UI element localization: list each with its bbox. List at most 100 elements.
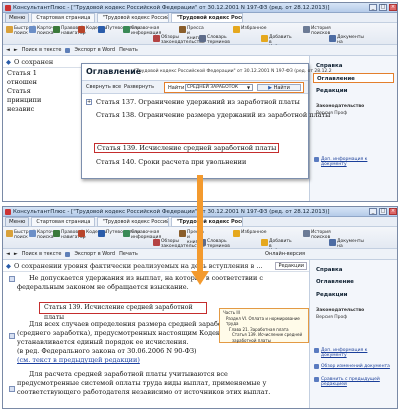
minimize-icon[interactable]: _ [369,4,377,11]
dropdown-icon[interactable]: ▼ [247,85,250,90]
prev-edition-link[interactable]: (см. текст в предыдущей редакции) [7,356,307,365]
window-title: КонсультантПлюс - ["Трудовой кодекс Росс… [13,4,330,11]
export-word-button[interactable]: Экспорт в Word [74,47,115,53]
link-label: Сравнить с предыдущей редакцией [321,377,380,387]
popover-line[interactable]: Раздел VI. Оплата и нормирование труда [223,316,305,327]
history-icon [303,26,310,33]
toolbar-label: Избранное [241,26,267,31]
maximize-icon[interactable]: □ [379,4,387,11]
search-in-doc-button[interactable]: Поиск в тексте [22,47,62,53]
save-icon[interactable] [65,251,71,257]
tab-doc-1[interactable]: "Трудовой кодекс Российской..." [97,12,170,23]
editions-button[interactable]: Редакции [275,261,307,270]
toolbar-history-button[interactable]: История поисков [303,230,331,240]
right-item-help[interactable]: Справка [313,265,394,275]
toolbar-label: Избранное [241,230,267,235]
toc-item[interactable]: Статья 140. Сроки расчета при увольнении [96,158,246,166]
toolbar-label: История поисков [311,26,331,36]
reviews-icon [153,239,160,246]
main-toolbar: Быстрый поиск Карточка поиска Правовой нав… [3,23,397,50]
search-in-doc-button[interactable]: Поиск в тексте [22,251,62,257]
export-word-button[interactable]: Экспорт в Word [74,251,115,257]
extra-info-link[interactable]: Доп. информация к документу [314,348,394,358]
collapse-icon[interactable]: ◆ [6,58,11,66]
paragraph: соответствующего работодателя независимо… [17,388,271,396]
menu-button[interactable]: Меню [5,216,30,227]
menu-button[interactable]: Меню [5,12,30,23]
toolbar-info-button[interactable]: Справочная информация [123,26,161,36]
print-button[interactable]: Печать [119,251,138,257]
navigator-icon [53,26,60,33]
toolbar-reviews-button[interactable]: Обзоры законодательства [153,239,205,249]
print-button[interactable]: Печать [119,47,138,53]
back-icon[interactable]: ◄ [6,251,10,257]
margin-icon[interactable] [9,333,15,339]
compare-icon [314,377,319,382]
online-version-link[interactable]: Онлайн-версия [265,251,305,257]
guide-icon [98,26,105,33]
find-button-label: Найти [273,85,290,91]
toc-item-selected[interactable]: Статья 139. Исчисление средней заработно… [94,143,280,153]
toolbar-navigator-button[interactable]: Правовой навигатор [53,26,86,36]
right-item-toc[interactable]: Оглавление [313,73,394,83]
menu-bar: Меню Стартовая страница "Трудовой кодекс… [3,12,397,23]
collapse-all-button[interactable]: Свернуть все [86,84,121,90]
card-icon [29,26,36,33]
popover-line[interactable]: Статья 139. Исчисление средней заработно… [223,332,305,343]
toolbar-star-button[interactable]: Избранное [233,230,267,237]
expand-button[interactable]: Развернуть [124,84,154,90]
right-item-editions[interactable]: Редакции [313,290,394,300]
margin-icon[interactable] [9,386,15,392]
find-input[interactable]: СРЕДНЕЙ ЗАРАБОТОК [185,84,253,91]
maximize-icon[interactable]: □ [379,208,387,215]
forward-icon[interactable]: ► [14,47,18,53]
toolbar-label: Словарь терминов [207,239,230,249]
guide-icon [98,230,105,237]
paragraph: Для расчета средней заработной платы учи… [29,370,228,378]
toolbar-reviews-button[interactable]: Обзоры законодательства [153,35,205,45]
save-icon[interactable] [65,47,71,53]
link-label: Обзор изменений документа [321,364,390,369]
toolbar-info-button[interactable]: Справочная информация [123,230,161,240]
right-panel: Справка Оглавление Редакции Законодатель… [309,56,397,201]
tab-start[interactable]: Стартовая страница [31,12,96,23]
search-icon [6,230,13,237]
toolbar-guide-button[interactable]: Путеводители [98,26,140,33]
toolbar-star-button[interactable]: Избранное [233,26,267,33]
toolbar-guide-button[interactable]: Путеводители [98,230,140,237]
extra-info-link[interactable]: Доп. информация к документу [314,157,394,167]
toolbar-card-button[interactable]: Карточка поиска [29,230,59,240]
find-button[interactable]: ▶ Найти [257,84,301,91]
doc-title: О сохранен [14,57,54,66]
close-icon[interactable]: × [389,208,397,215]
article-heading[interactable]: Статья 139. Исчисление средней заработно… [39,302,207,321]
title-bar: КонсультантПлюс - ["Трудовой кодекс Росс… [3,3,397,13]
compare-link[interactable]: Сравнить с предыдущей редакцией [314,377,394,387]
toolbar-history-button[interactable]: История поисков [303,26,331,36]
info-icon [123,230,130,237]
app-icon [5,4,11,11]
codex-icon [78,230,85,237]
toolbar-dictionary-button[interactable]: Словарь терминов [199,35,230,45]
toc-item[interactable]: Статья 138. Ограничение размера удержани… [96,111,330,119]
toolbar-card-button[interactable]: Карточка поиска [29,26,59,36]
tab-doc-2[interactable]: "Трудовой кодекс Российской..." [171,12,244,23]
margin-icon[interactable] [9,276,15,282]
link-label: Доп. информация к документу [321,348,368,358]
right-item-toc[interactable]: Оглавление [313,277,394,287]
right-item-editions[interactable]: Редакции [313,86,394,96]
close-icon[interactable]: × [389,4,397,11]
collapse-icon[interactable]: ◆ [6,262,11,270]
transition-arrow [191,175,209,285]
toolbar-navigator-button[interactable]: Правовой навигатор [53,230,86,240]
back-icon[interactable]: ◄ [6,47,10,53]
minimize-icon[interactable]: _ [369,208,377,215]
tab-doc-1[interactable]: "Трудовой кодекс Российской..." [97,216,170,227]
toolbar-label: Словарь терминов [207,35,230,45]
tab-start[interactable]: Стартовая страница [31,216,96,227]
toc-item[interactable]: Статья 137. Ограничение удержаний из зар… [96,98,300,106]
changes-review-link[interactable]: Обзор изменений документа [314,364,394,369]
reviews-icon [153,35,160,42]
expand-toggle-icon[interactable]: + [86,99,92,105]
forward-icon[interactable]: ► [14,251,18,257]
